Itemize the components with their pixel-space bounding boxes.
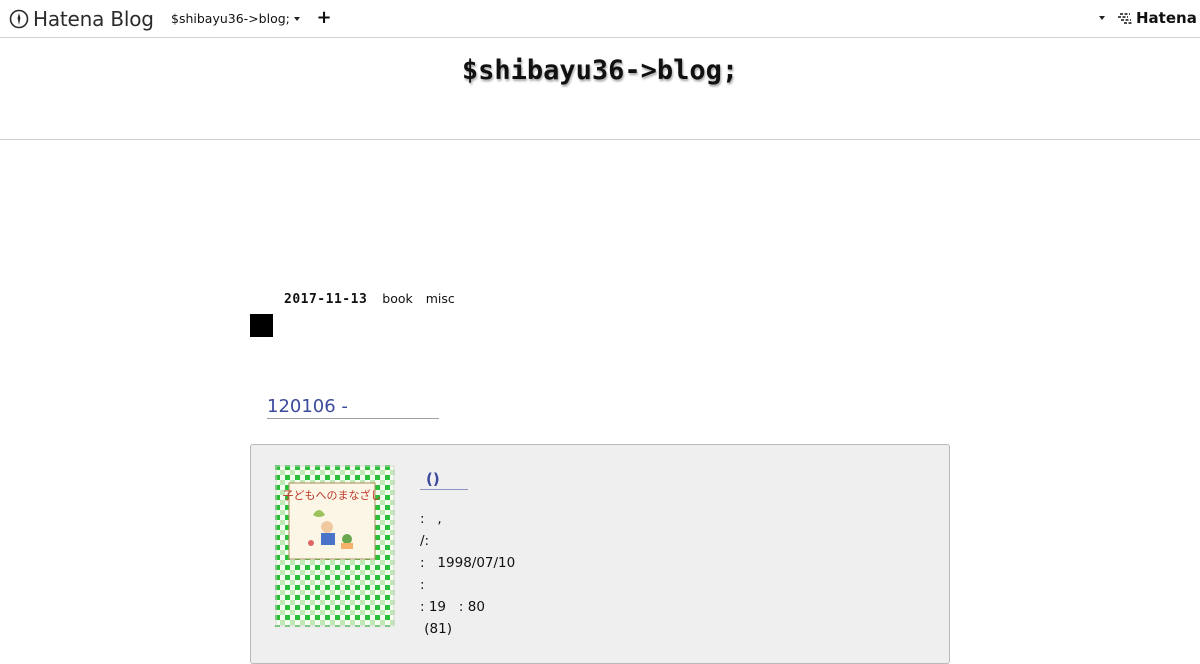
blog-title-link[interactable]: $shibayu36->blog; <box>0 55 1200 86</box>
item-details: : , /: : 1998/07/10 : : 19 : 80 (81) <box>420 508 515 640</box>
entry-meta: 2017-11-13 book misc <box>284 291 455 307</box>
item-review-count-line[interactable]: (81) <box>420 618 515 640</box>
hatena-logo-label: Hatena <box>1136 9 1197 27</box>
new-entry-button[interactable]: + <box>316 8 332 28</box>
item-purchase-counts-line: : 19 : 80 <box>420 599 485 615</box>
item-title-link[interactable]: () <box>420 470 468 490</box>
book-cover-image[interactable]: 子どもへのまなざし <box>275 465 395 627</box>
item-release-date-line: : 1998/07/10 <box>420 555 516 571</box>
brand-label: Hatena Blog <box>33 7 154 31</box>
global-header: Hatena Blog $shibayu36->blog; + Hatena <box>0 0 1200 38</box>
account-menu-chevron-icon[interactable] <box>1099 16 1105 20</box>
hatena-bird-icon <box>1118 13 1132 24</box>
blog-switcher-label: $shibayu36->blog; <box>171 11 290 26</box>
blog-header: $shibayu36->blog; <box>0 38 1200 140</box>
hatena-blog-logo[interactable]: Hatena Blog <box>9 6 154 32</box>
svg-text:子どもへのまなざし: 子どもへのまなざし <box>283 488 382 502</box>
blog-switcher-dropdown[interactable]: $shibayu36->blog; <box>171 11 300 26</box>
entry-title-link[interactable]: 120106 - <box>267 396 439 419</box>
item-media-line: : <box>420 577 425 593</box>
amazon-item-box: 子どもへのまなざし () : , /: : 1998/07/10 : : 19 … <box>250 444 950 664</box>
category-link-misc[interactable]: misc <box>426 291 455 306</box>
hatena-blog-pen-icon <box>9 9 29 29</box>
category-link-book[interactable]: book <box>382 291 412 306</box>
item-author-line: : , <box>420 511 442 527</box>
chevron-down-icon <box>293 16 300 21</box>
item-publisher-line: /: <box>420 533 430 549</box>
hatena-logo-link[interactable]: Hatena <box>1118 9 1197 27</box>
entry-image-placeholder <box>250 314 273 337</box>
entry-date[interactable]: 2017-11-13 <box>284 292 367 307</box>
